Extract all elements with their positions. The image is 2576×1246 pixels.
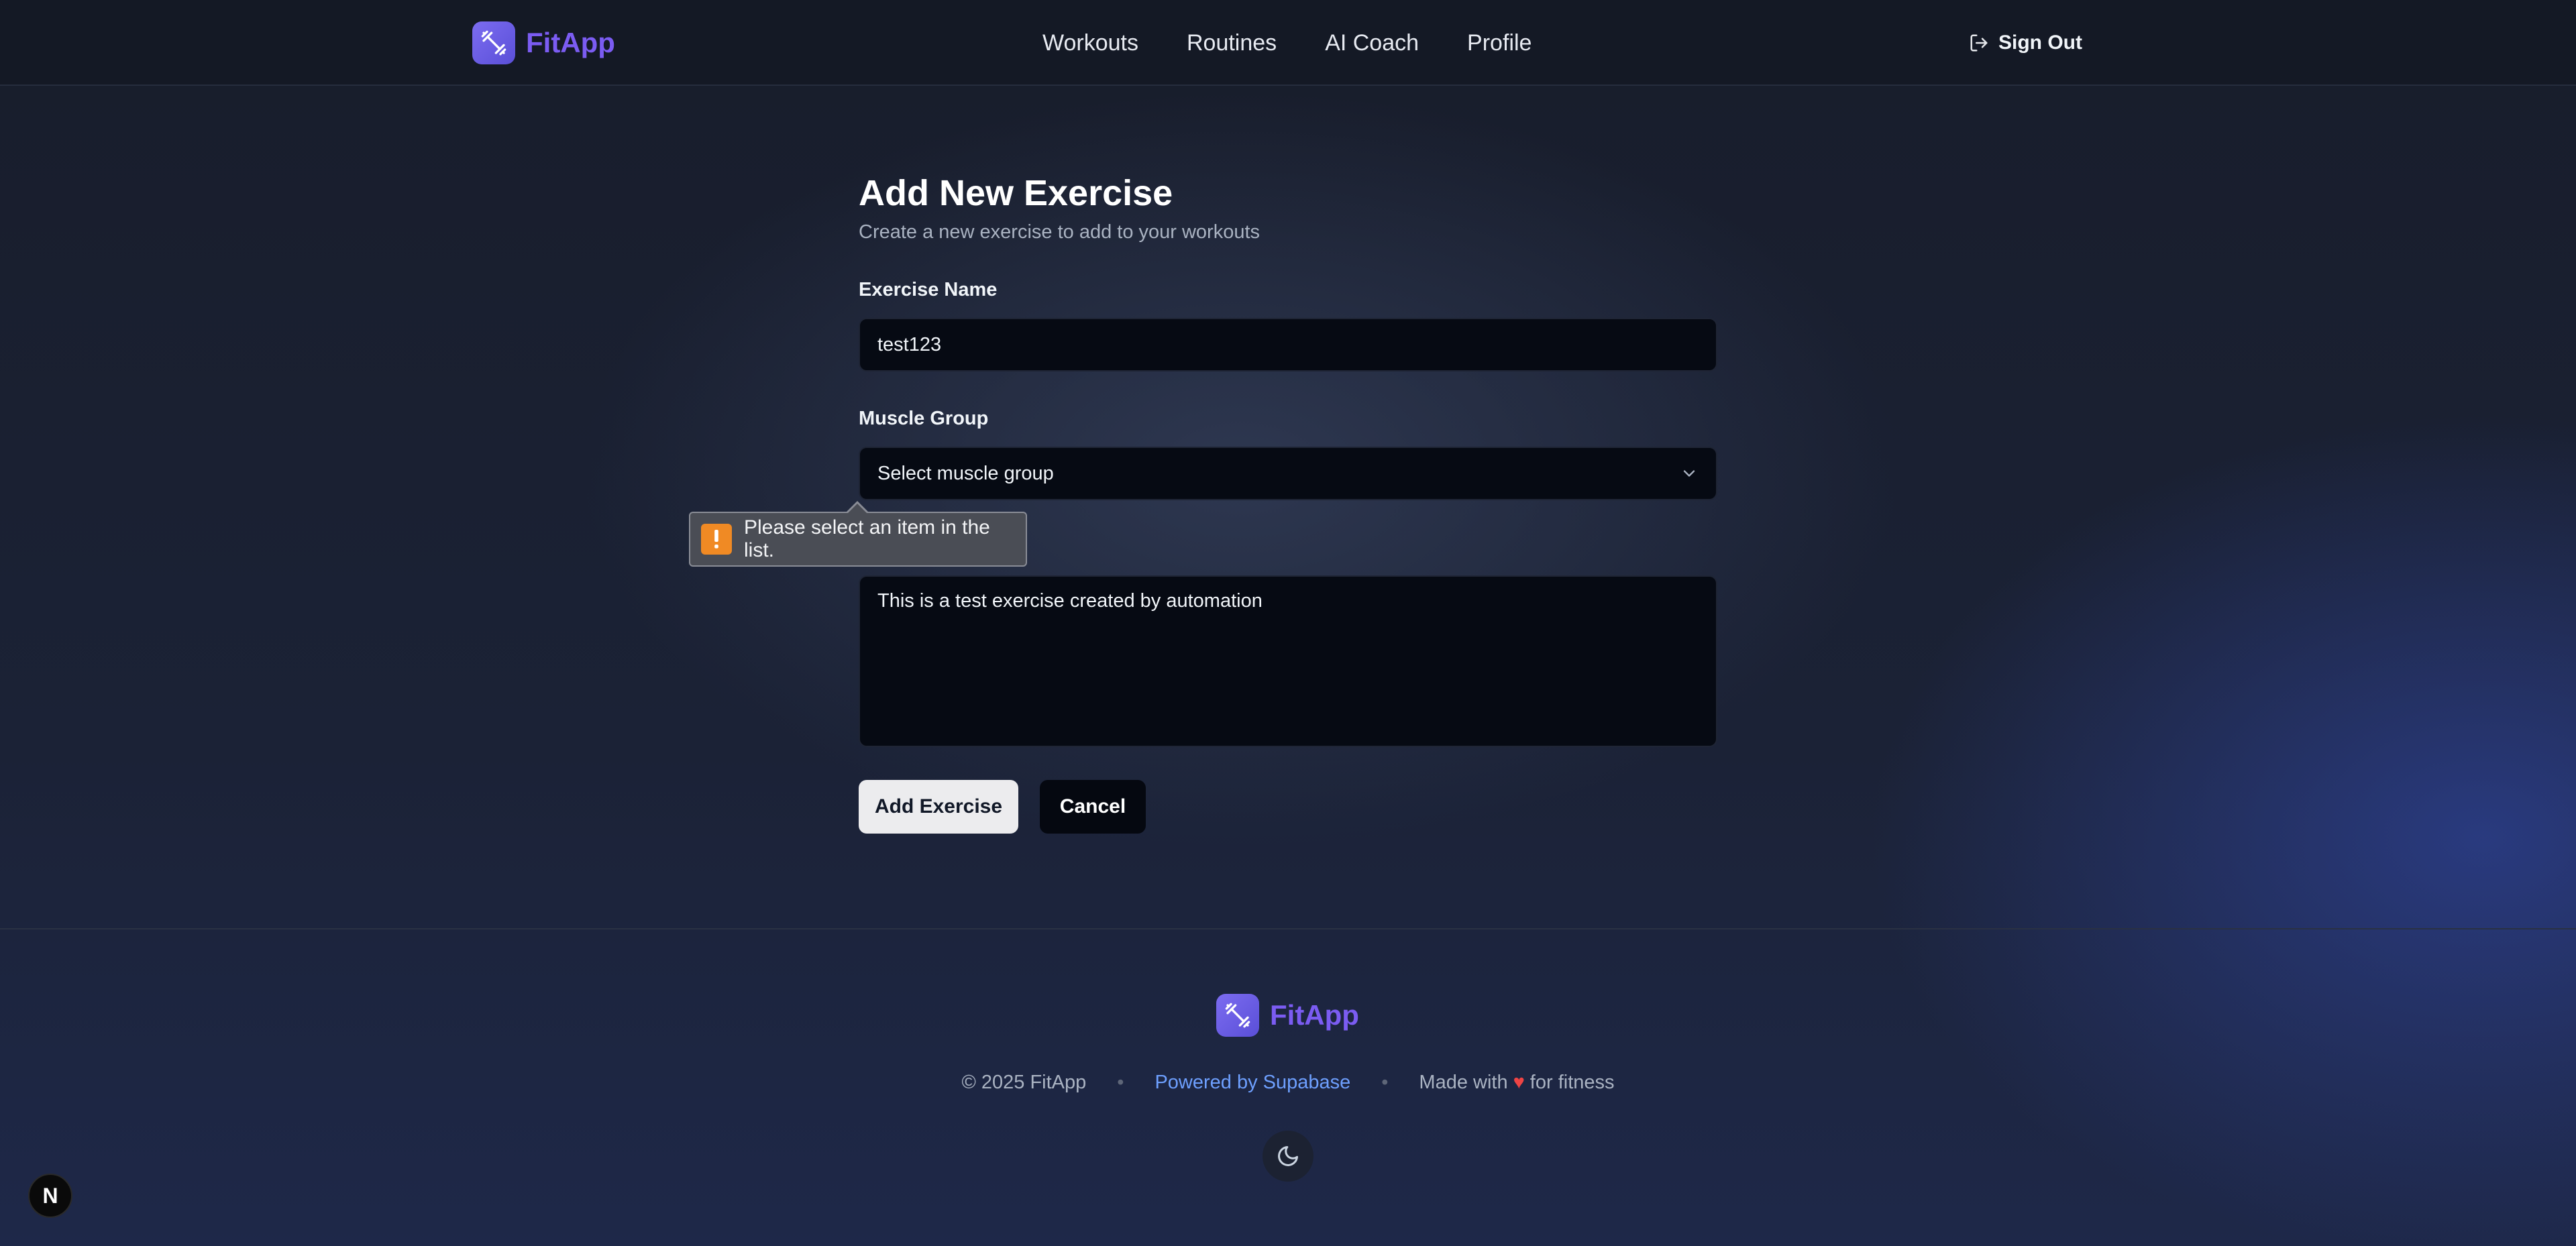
page-subtitle: Create a new exercise to add to your wor… xyxy=(859,221,1260,243)
footer-brand: FitApp xyxy=(1216,994,1359,1037)
chevron-down-icon xyxy=(1683,470,1695,477)
exercise-name-value: test123 xyxy=(877,333,942,355)
footer-brand-name: FitApp xyxy=(1270,999,1359,1031)
tooltip-message: Please select an item in the list. xyxy=(743,516,990,561)
exercise-form: Add New Exercise Create a new exercise t… xyxy=(859,172,1717,834)
separator-dot: • xyxy=(1381,1072,1389,1093)
log-out-icon xyxy=(1970,34,1988,52)
validation-tooltip: Please select an item in the list. xyxy=(689,512,1027,567)
exercise-name-label: Exercise Name xyxy=(859,279,998,300)
footer-credits: © 2025 FitApp • Powered by Supabase • Ma… xyxy=(0,1069,2576,1096)
nav-ai-coach[interactable]: AI Coach xyxy=(1325,27,1419,59)
badge-letter: N xyxy=(42,1183,58,1208)
muscle-group-label: Muscle Group xyxy=(859,408,989,429)
made-with-suffix: for fitness xyxy=(1529,1072,1615,1093)
muscle-group-selected: Select muscle group xyxy=(877,462,1054,484)
powered-by-link[interactable]: Powered by Supabase xyxy=(1155,1069,1350,1096)
top-navbar: FitApp Workouts Routines AI Coach Profil… xyxy=(0,0,2576,86)
sign-out-label: Sign Out xyxy=(1998,32,2082,54)
copyright-text: © 2025 FitApp xyxy=(961,1072,1087,1093)
brand-logo-link[interactable]: FitApp xyxy=(472,21,615,64)
separator-dot: • xyxy=(1117,1072,1124,1093)
made-with-prefix: Made with xyxy=(1419,1072,1508,1093)
heart-icon: ♥ xyxy=(1513,1072,1525,1093)
nav-workouts[interactable]: Workouts xyxy=(1042,27,1138,59)
main-nav: Workouts Routines AI Coach Profile xyxy=(1042,27,1580,59)
nav-routines[interactable]: Routines xyxy=(1187,27,1277,59)
muscle-group-select[interactable]: Select muscle group xyxy=(859,447,1717,500)
cancel-button[interactable]: Cancel xyxy=(1040,780,1146,834)
nextjs-dev-badge[interactable]: N xyxy=(28,1174,72,1218)
tooltip-arrow-fill xyxy=(847,504,867,514)
exercise-name-input[interactable]: test123 xyxy=(859,318,1717,372)
page: FitApp Workouts Routines AI Coach Profil… xyxy=(0,0,2576,1246)
sign-out-button[interactable]: Sign Out xyxy=(1969,27,2082,59)
footer-divider xyxy=(0,928,2576,929)
page-title: Add New Exercise xyxy=(859,173,1173,213)
brand-name: FitApp xyxy=(526,27,615,58)
dumbbell-icon xyxy=(1216,994,1259,1037)
moon-icon xyxy=(1278,1146,1298,1166)
exclamation-icon xyxy=(701,524,732,555)
theme-toggle-button[interactable] xyxy=(1263,1131,1313,1182)
add-exercise-button[interactable]: Add Exercise xyxy=(859,780,1018,834)
nav-profile[interactable]: Profile xyxy=(1467,27,1532,59)
dumbbell-icon xyxy=(472,21,515,64)
description-textarea[interactable]: This is a test exercise created by autom… xyxy=(859,575,1717,747)
